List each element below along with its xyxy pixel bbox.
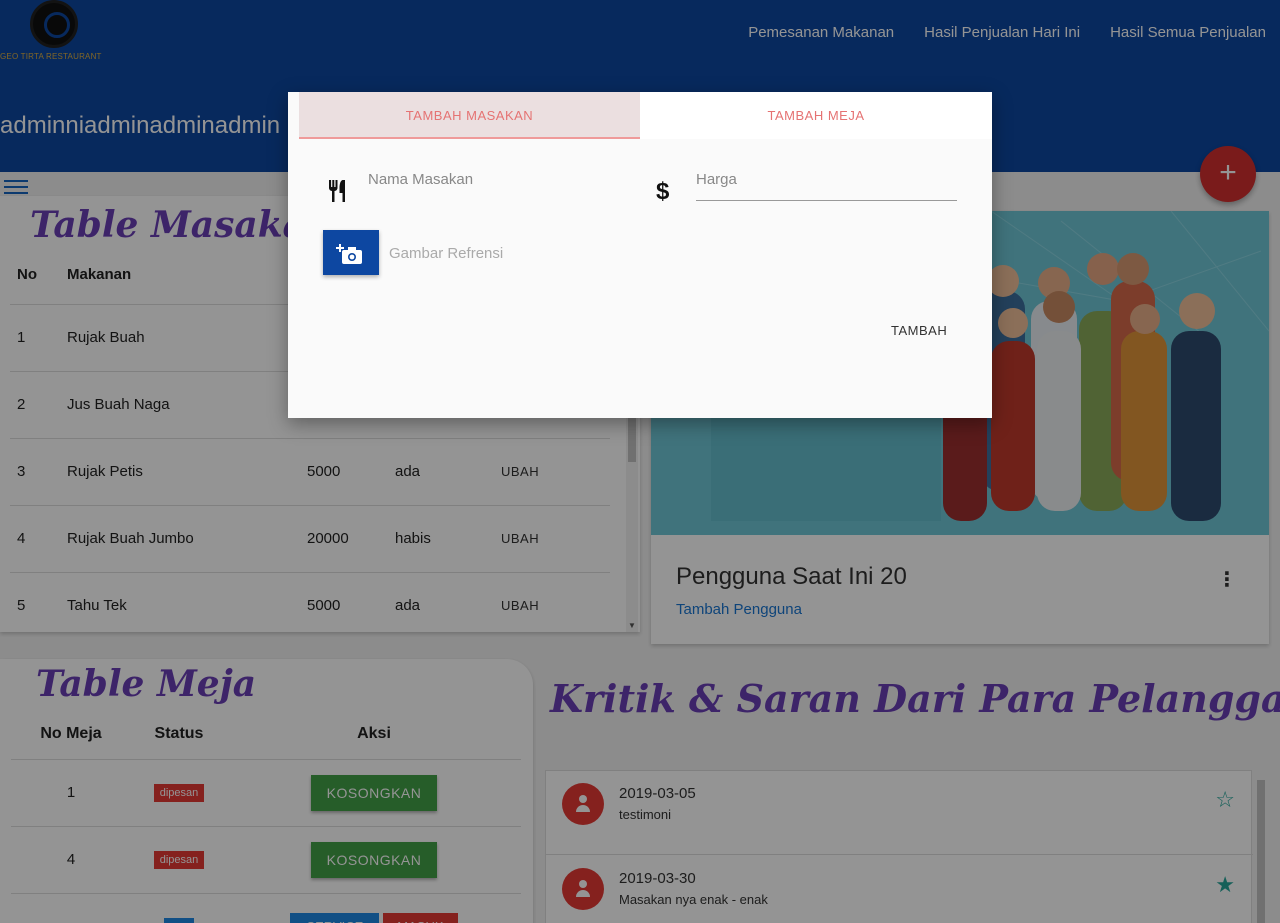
add-photo-icon bbox=[336, 244, 362, 264]
add-item-modal: TAMBAH MASAKAN TAMBAH MEJA Nama Masakan … bbox=[288, 92, 992, 418]
tambah-submit-button[interactable]: TAMBAH bbox=[891, 323, 947, 338]
modal-tabs: TAMBAH MASAKAN TAMBAH MEJA bbox=[299, 92, 992, 139]
gambar-refrensi-label: Gambar Refrensi bbox=[389, 245, 504, 262]
tab-tambah-meja[interactable]: TAMBAH MEJA bbox=[640, 92, 992, 139]
restaurant-icon bbox=[329, 180, 345, 202]
add-photo-button[interactable] bbox=[323, 230, 379, 275]
harga-input[interactable]: Harga bbox=[696, 171, 737, 188]
nama-masakan-input[interactable]: Nama Masakan bbox=[368, 171, 473, 188]
harga-underline bbox=[696, 200, 957, 201]
tab-tambah-masakan[interactable]: TAMBAH MASAKAN bbox=[299, 92, 640, 139]
dollar-icon: $ bbox=[656, 178, 670, 205]
